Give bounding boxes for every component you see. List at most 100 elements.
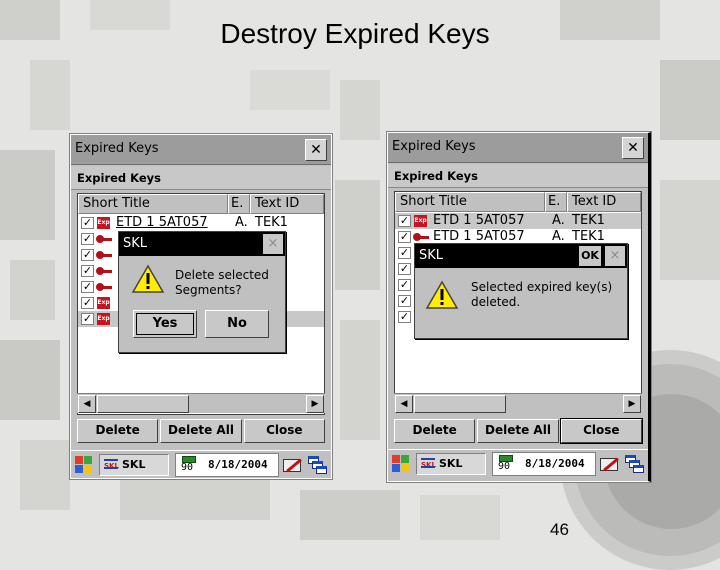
- row-checkbox[interactable]: ✓: [81, 297, 94, 309]
- window-close-button[interactable]: ✕: [305, 139, 327, 161]
- date-display[interactable]: 8/18/2004: [525, 457, 585, 470]
- warning-icon: [131, 264, 165, 294]
- skl-logo-icon: SKL: [104, 457, 119, 475]
- scroll-right-button[interactable]: ▶: [623, 395, 641, 413]
- battery-icon[interactable]: 90: [497, 453, 515, 475]
- yes-button[interactable]: Yes: [133, 310, 197, 338]
- delete-button[interactable]: Delete: [394, 419, 476, 443]
- key-icon: [96, 267, 112, 275]
- column-header-e[interactable]: E.: [545, 192, 567, 212]
- taskbar: SKL SKL 90 8/18/2004: [71, 450, 331, 478]
- start-button[interactable]: [73, 453, 97, 477]
- close-icon: ×: [609, 248, 621, 263]
- start-button[interactable]: [390, 452, 414, 476]
- dialog-ok-button[interactable]: OK: [579, 246, 601, 266]
- warning-icon: [425, 280, 459, 310]
- dialog-close-button[interactable]: ×: [605, 246, 625, 266]
- scroll-left-button[interactable]: ◀: [78, 395, 96, 413]
- row-checkbox[interactable]: ✓: [81, 313, 94, 325]
- scroll-thumb[interactable]: [97, 395, 189, 413]
- column-header-text-id[interactable]: Text ID: [567, 192, 641, 212]
- window-subtitle: Expired Keys: [388, 164, 648, 188]
- close-button[interactable]: Close: [559, 418, 643, 444]
- window-titlebar: Expired Keys ✕: [388, 133, 648, 163]
- window-switcher-icon[interactable]: [307, 454, 329, 476]
- horizontal-scrollbar[interactable]: ◀ ▶: [77, 393, 325, 413]
- horizontal-scrollbar[interactable]: ◀ ▶: [394, 393, 642, 413]
- column-header-short-title[interactable]: Short Title: [395, 192, 545, 212]
- row-checkbox[interactable]: ✓: [398, 231, 411, 243]
- row-checkbox[interactable]: ✓: [81, 217, 94, 229]
- row-checkbox[interactable]: ✓: [81, 281, 94, 293]
- window-title: Expired Keys: [392, 139, 476, 154]
- row-checkbox[interactable]: ✓: [398, 295, 411, 307]
- key-icon: [413, 233, 429, 241]
- expired-icon: Exp: [97, 217, 110, 229]
- window-switcher-icon[interactable]: [624, 453, 646, 475]
- slide-title: Destroy Expired Keys: [220, 18, 490, 49]
- window-close-button[interactable]: ✕: [622, 137, 644, 159]
- scroll-thumb[interactable]: [414, 395, 506, 413]
- close-icon: ×: [267, 236, 279, 251]
- expired-icon: Exp: [97, 313, 110, 325]
- column-header-e[interactable]: E.: [228, 194, 250, 214]
- row-checkbox[interactable]: ✓: [398, 311, 411, 323]
- window-title: Expired Keys: [75, 141, 159, 156]
- taskbar-app-skl[interactable]: SKL SKL: [99, 453, 169, 476]
- date-display[interactable]: 8/18/2004: [208, 458, 268, 471]
- list-row[interactable]: ✓ Exp ETD 1 5AT057 A. TEK1: [78, 215, 324, 231]
- scroll-left-button[interactable]: ◀: [395, 395, 413, 413]
- row-checkbox[interactable]: ✓: [398, 247, 411, 259]
- row-checkbox[interactable]: ✓: [398, 263, 411, 275]
- window-subtitle: Expired Keys: [71, 166, 331, 190]
- list-header: Short Title E. Text ID: [395, 192, 641, 212]
- cell-e: A.: [235, 215, 248, 230]
- expired-icon: Exp: [414, 215, 427, 227]
- arrow-left-icon: ◀: [400, 399, 408, 409]
- screen-keys-deleted: Expired Keys ✕ Expired Keys Short Title …: [387, 132, 651, 482]
- taskbar-app-skl[interactable]: SKL SKL: [416, 452, 486, 475]
- dialog-titlebar: SKL OK ×: [415, 244, 627, 268]
- action-buttons: Delete Delete All Close: [77, 419, 325, 445]
- row-checkbox[interactable]: ✓: [81, 233, 94, 245]
- arrow-right-icon: ▶: [311, 399, 319, 409]
- close-button[interactable]: Close: [243, 419, 325, 443]
- info-dialog: SKL OK × Selected expired key(s) deleted…: [414, 243, 628, 339]
- input-panel-icon[interactable]: [598, 453, 620, 475]
- input-panel-icon[interactable]: [281, 454, 303, 476]
- skl-logo-icon: SKL: [421, 456, 436, 474]
- row-checkbox[interactable]: ✓: [81, 249, 94, 261]
- system-tray: 90 8/18/2004: [175, 452, 279, 477]
- delete-all-button[interactable]: Delete All: [477, 419, 559, 443]
- expired-icon: Exp: [97, 297, 110, 309]
- cell-short-title: ETD 1 5AT057: [116, 215, 208, 230]
- list-row[interactable]: ✓ Exp ETD 1 5AT057 A. TEK1: [395, 213, 641, 229]
- row-checkbox[interactable]: ✓: [81, 265, 94, 277]
- close-icon: ✕: [310, 142, 322, 158]
- dialog-message: Selected expired key(s) deleted.: [471, 280, 613, 309]
- no-button[interactable]: No: [205, 310, 269, 338]
- system-tray: 90 8/18/2004: [492, 451, 596, 476]
- dialog-titlebar: SKL ×: [119, 232, 285, 256]
- column-header-text-id[interactable]: Text ID: [250, 194, 324, 214]
- key-icon: [96, 235, 112, 243]
- cell-text-id: TEK1: [255, 215, 288, 230]
- key-icon: [96, 283, 112, 291]
- row-checkbox[interactable]: ✓: [398, 215, 411, 227]
- key-icon: [96, 251, 112, 259]
- battery-icon[interactable]: 90: [180, 454, 198, 476]
- row-checkbox[interactable]: ✓: [398, 279, 411, 291]
- delete-all-button[interactable]: Delete All: [160, 419, 242, 443]
- column-header-short-title[interactable]: Short Title: [78, 194, 228, 214]
- dialog-close-button[interactable]: ×: [263, 234, 283, 254]
- list-header: Short Title E. Text ID: [78, 194, 324, 214]
- arrow-right-icon: ▶: [628, 399, 636, 409]
- scroll-right-button[interactable]: ▶: [306, 395, 324, 413]
- screen-confirm-delete: Expired Keys ✕ Expired Keys Short Title …: [70, 134, 332, 479]
- taskbar: SKL SKL 90 8/18/2004: [388, 449, 648, 477]
- window-titlebar: Expired Keys ✕: [71, 135, 331, 165]
- delete-button[interactable]: Delete: [77, 419, 159, 443]
- cell-text-id: TEK1: [572, 213, 605, 228]
- action-buttons: Delete Delete All Close: [394, 418, 643, 445]
- dialog-message: Delete selected Segments?: [175, 268, 269, 297]
